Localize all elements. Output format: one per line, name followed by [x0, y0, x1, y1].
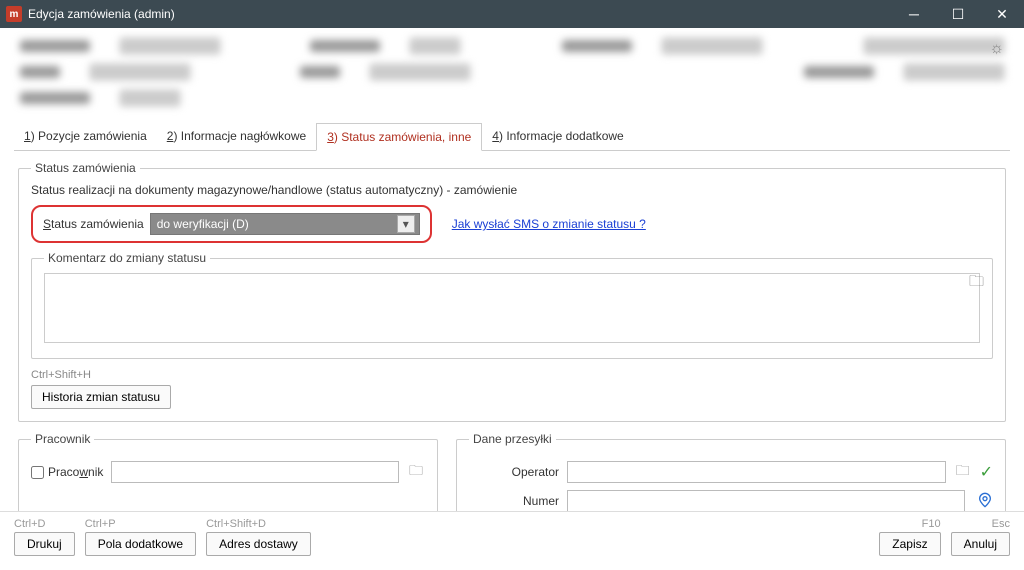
drukuj-button[interactable]: Drukuj	[14, 532, 75, 556]
folder-icon[interactable]: 🗀	[969, 271, 984, 296]
check-icon[interactable]: ✓	[980, 462, 993, 482]
status-field-label: Status zamówienia	[43, 217, 144, 231]
tab-status-zamowienia[interactable]: 3) Status zamówienia, inne	[316, 123, 482, 151]
chevron-down-icon: ▾	[397, 215, 415, 233]
pracownik-checkbox-label[interactable]: Pracownik	[31, 465, 103, 479]
pracownik-legend: Pracownik	[31, 432, 94, 446]
history-shortcut: Ctrl+Shift+H	[31, 369, 993, 381]
minimize-button[interactable]: ─	[892, 0, 936, 28]
status-field-highlight: Status zamówienia do weryfikacji (D) ▾	[31, 205, 432, 243]
pracownik-input[interactable]	[111, 461, 399, 483]
dane-przesylki-legend: Dane przesyłki	[469, 432, 556, 446]
comment-textarea[interactable]	[44, 273, 980, 343]
comment-group: Komentarz do zmiany statusu 🗀	[31, 251, 993, 359]
tab-informacje-dodatkowe[interactable]: 4) Informacje dodatkowe	[482, 123, 633, 151]
titlebar: m Edycja zamówienia (admin) ─ ☐ ✕	[0, 0, 1024, 28]
footer: Ctrl+D Drukuj Ctrl+P Pola dodatkowe Ctrl…	[0, 511, 1024, 570]
status-dropdown-value: do weryfikacji (D)	[157, 217, 249, 231]
status-dropdown[interactable]: do weryfikacji (D) ▾	[150, 213, 420, 235]
numer-input[interactable]	[567, 490, 965, 512]
adres-shortcut: Ctrl+Shift+D	[206, 518, 266, 530]
pola-shortcut: Ctrl+P	[85, 518, 116, 530]
anuluj-shortcut: Esc	[992, 518, 1010, 530]
tab-pozycje[interactable]: 1) Pozycje zamówienia	[14, 123, 157, 151]
status-auto-line: Status realizacji na dokumenty magazynow…	[31, 183, 993, 197]
folder-icon[interactable]: 🗀	[954, 460, 972, 484]
drukuj-shortcut: Ctrl+D	[14, 518, 45, 530]
numer-label: Numer	[469, 494, 559, 508]
window-title: Edycja zamówienia (admin)	[28, 7, 892, 21]
app-icon: m	[6, 6, 22, 22]
pola-dodatkowe-button[interactable]: Pola dodatkowe	[85, 532, 196, 556]
sms-link[interactable]: Jak wysłać SMS o zmianie statusu ?	[452, 217, 646, 231]
settings-icon[interactable]: ☼	[989, 40, 1004, 58]
maximize-button[interactable]: ☐	[936, 0, 980, 28]
history-button[interactable]: Historia zmian statusu	[31, 385, 171, 409]
close-button[interactable]: ✕	[980, 0, 1024, 28]
pracownik-checkbox[interactable]	[31, 466, 44, 479]
zapisz-button[interactable]: Zapisz	[879, 532, 940, 556]
status-legend: Status zamówienia	[31, 161, 140, 175]
tab-informacje-naglowkowe[interactable]: 2) Informacje nagłówkowe	[157, 123, 316, 151]
header-form-blurred: ☼	[0, 28, 1024, 118]
tabs: 1) Pozycje zamówienia 2) Informacje nagł…	[14, 118, 1010, 151]
adres-dostawy-button[interactable]: Adres dostawy	[206, 532, 311, 556]
anuluj-button[interactable]: Anuluj	[951, 532, 1010, 556]
operator-label: Operator	[469, 465, 559, 479]
zapisz-shortcut: F10	[922, 518, 941, 530]
operator-input[interactable]	[567, 461, 946, 483]
location-pin-icon[interactable]	[977, 492, 993, 511]
folder-icon[interactable]: 🗀	[407, 460, 425, 484]
comment-legend: Komentarz do zmiany statusu	[44, 251, 210, 265]
status-group: Status zamówienia Status realizacji na d…	[18, 161, 1006, 422]
